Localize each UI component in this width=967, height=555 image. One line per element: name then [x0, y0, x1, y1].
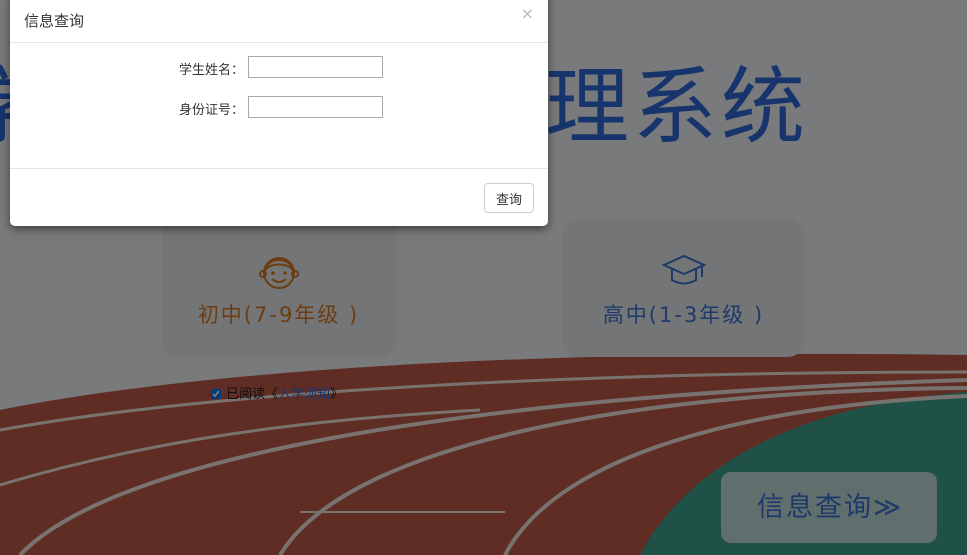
dialog-footer: 查询 [10, 169, 548, 225]
id-number-row: 身份证号： [10, 96, 548, 118]
student-name-row: 学生姓名： [10, 56, 548, 78]
dialog-header: 信息查询 × [10, 0, 548, 43]
id-number-input[interactable] [248, 96, 383, 118]
info-query-dialog: 信息查询 × 学生姓名： 身份证号： 查询 [10, 0, 548, 226]
dialog-title: 信息查询 [24, 12, 85, 30]
id-number-label: 身份证号： [178, 103, 244, 118]
student-name-label: 学生姓名： [178, 63, 244, 78]
dialog-body: 学生姓名： 身份证号： [10, 43, 548, 169]
student-name-input[interactable] [248, 56, 383, 78]
query-submit-button[interactable]: 查询 [484, 183, 534, 213]
close-icon[interactable]: × [521, 6, 534, 22]
